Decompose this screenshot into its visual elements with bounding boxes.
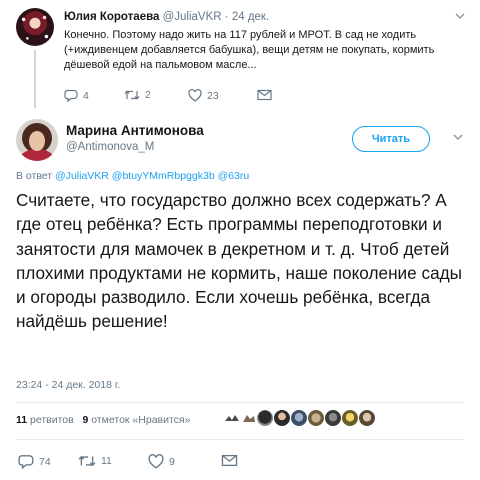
divider — [16, 402, 464, 403]
liker-avatar[interactable] — [239, 409, 257, 427]
reply-context: В ответ @JuliaVKR @btuyYMmRbpggk3b @63ru — [16, 170, 249, 182]
parent-like-button[interactable]: 23 — [188, 89, 219, 102]
envelope-icon — [257, 89, 272, 101]
parent-message-button[interactable] — [257, 89, 272, 101]
divider — [16, 439, 464, 440]
envelope-icon — [221, 454, 238, 467]
like-button[interactable]: 9 — [148, 454, 175, 469]
parent-author-name[interactable]: Юлия Коротаева — [64, 11, 159, 23]
chevron-down-icon[interactable] — [454, 10, 466, 22]
reply-icon — [64, 89, 78, 102]
liker-avatar[interactable] — [341, 409, 359, 427]
liker-avatar[interactable] — [256, 409, 274, 427]
liker-avatar[interactable] — [307, 409, 325, 427]
parent-tweet[interactable]: Юлия Коротаева @JuliaVKR · 24 дек. Конеч… — [0, 0, 480, 112]
parent-retweet-count: 2 — [145, 89, 151, 101]
mention-link[interactable]: @btuyYMmRbpggk3b — [112, 170, 215, 182]
retweet-icon — [78, 455, 96, 467]
parent-date[interactable]: 24 дек. — [232, 11, 269, 23]
retweet-button[interactable]: 11 — [78, 454, 112, 468]
parent-like-count: 23 — [207, 89, 219, 102]
mention-link[interactable]: @JuliaVKR — [55, 170, 109, 182]
retweet-count: 11 — [101, 455, 112, 467]
liker-avatar[interactable] — [290, 409, 308, 427]
liker-avatar[interactable] — [358, 409, 376, 427]
parent-retweet-button[interactable]: 2 — [124, 89, 151, 101]
thread-line — [34, 50, 36, 108]
parent-avatar[interactable] — [16, 8, 54, 46]
liker-avatar[interactable] — [222, 409, 240, 427]
engagement-stats: 11 ретвитов 9 отметок «Нравится» — [16, 414, 190, 426]
liker-avatar[interactable] — [324, 409, 342, 427]
author-handle[interactable]: @Antimonova_M — [66, 141, 154, 153]
like-count: 9 — [169, 455, 175, 468]
parent-header: Юлия Коротаева @JuliaVKR · 24 дек. — [64, 11, 269, 23]
parent-reply-button[interactable]: 4 — [64, 89, 89, 102]
reply-count: 74 — [39, 455, 51, 468]
author-avatar[interactable] — [16, 119, 58, 161]
chevron-down-icon[interactable] — [452, 131, 464, 143]
reply-icon — [18, 455, 34, 469]
parent-tweet-text: Конечно. Поэтому надо жить на 117 рублей… — [64, 29, 435, 71]
reply-prefix: В ответ — [16, 170, 53, 182]
follow-button[interactable]: Читать — [352, 126, 430, 152]
tweet-timestamp[interactable]: 23:24 - 24 дек. 2018 г. — [16, 379, 120, 391]
like-icon — [188, 89, 202, 102]
retweets-stat[interactable]: 11 ретвитов — [16, 414, 74, 426]
retweet-icon — [124, 90, 140, 100]
likes-stat[interactable]: 9 отметок «Нравится» — [83, 414, 191, 426]
parent-author-handle[interactable]: @JuliaVKR — [163, 11, 222, 23]
parent-separator: · — [224, 11, 229, 23]
like-icon — [148, 454, 164, 469]
mention-link[interactable]: @63ru — [218, 170, 250, 182]
parent-reply-count: 4 — [83, 89, 89, 102]
tweet-text: Считаете, что государство должно всех со… — [16, 190, 463, 332]
author-name[interactable]: Марина Антимонова — [66, 123, 204, 138]
reply-button[interactable]: 74 — [18, 454, 51, 469]
liker-avatar[interactable] — [273, 409, 291, 427]
message-button[interactable] — [221, 454, 238, 467]
